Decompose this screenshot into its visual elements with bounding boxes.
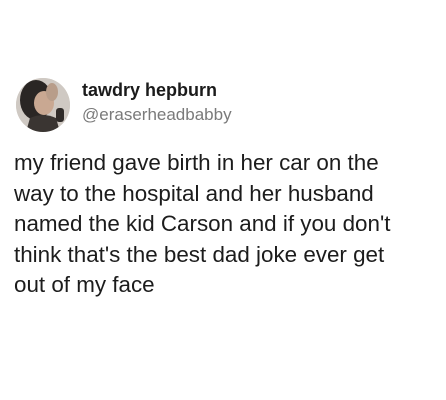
- tweet-text-line: way to the hospital and her husband: [14, 180, 374, 206]
- author-handle[interactable]: @eraserheadbabby: [82, 105, 232, 125]
- tweet-text-line: named the kid Carson and if you don't: [14, 211, 391, 236]
- profile-photo-icon: [16, 78, 70, 132]
- author-display-name[interactable]: tawdry hepburn: [82, 80, 217, 101]
- tweet-text: my friend gave birth in her car on the w…: [14, 148, 439, 301]
- avatar[interactable]: [16, 78, 70, 132]
- tweet-text-line: think that's the best dad joke ever get: [14, 241, 385, 267]
- tweet-card: tawdry hepburn @eraserheadbabby my frien…: [0, 0, 446, 400]
- tweet-text-line: out of my face: [14, 272, 155, 297]
- tweet-text-line: my friend gave birth in her car on the: [14, 150, 379, 175]
